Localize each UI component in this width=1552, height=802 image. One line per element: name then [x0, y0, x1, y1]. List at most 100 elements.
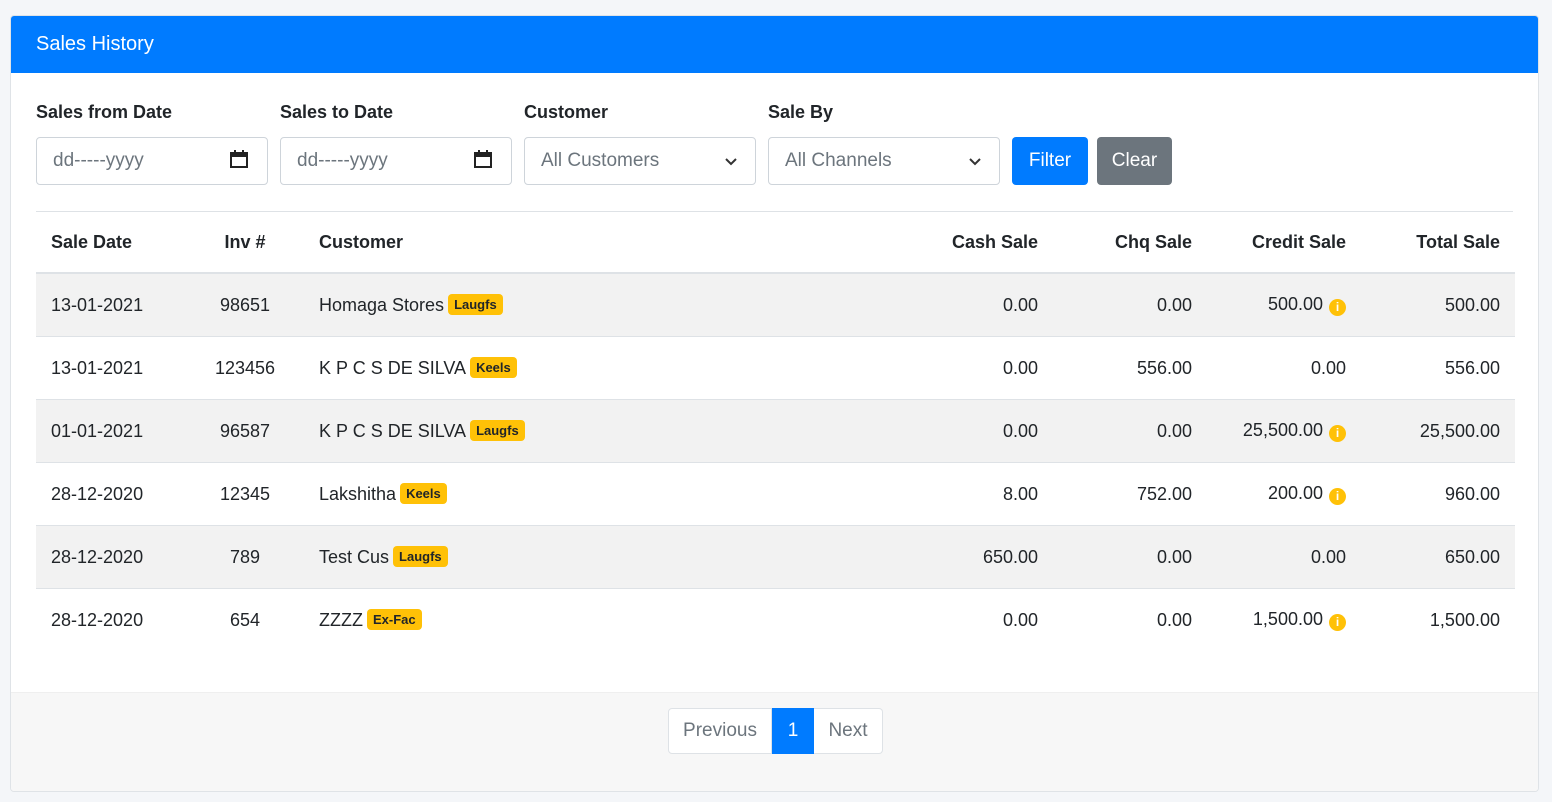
- from-date-group: Sales from Date dd-----yyyy: [36, 102, 268, 185]
- info-icon[interactable]: i: [1329, 488, 1346, 505]
- table-row[interactable]: 13-01-2021 123456 K P C S DE SILVA Keels 0.0…: [36, 336, 1515, 400]
- customer-cell: K P C S DE SILVA Laugfs: [304, 399, 899, 463]
- credit-sale-value: 25,500.00: [1242, 420, 1323, 440]
- total-sale-cell: 500.00: [1361, 272, 1515, 337]
- customer-cell: Homaga Stores Laugfs: [304, 272, 899, 337]
- channel-badge: Laugfs: [393, 546, 448, 567]
- calendar-icon[interactable]: [229, 149, 249, 174]
- to-date-label: Sales to Date: [280, 102, 394, 122]
- credit-sale-cell: 500.00 i: [1207, 272, 1361, 337]
- column-header-cash-sale[interactable]: Cash Sale: [899, 212, 1053, 274]
- filter-button[interactable]: Filter: [1012, 137, 1088, 185]
- channel-badge: Keels: [400, 483, 447, 504]
- info-icon[interactable]: i: [1329, 299, 1346, 316]
- column-header-chq-sale[interactable]: Chq Sale: [1053, 212, 1207, 274]
- cash-sale-cell: 0.00: [899, 336, 1053, 400]
- customer-cell: K P C S DE SILVA Keels: [304, 336, 899, 400]
- channel-badge: Laugfs: [448, 294, 503, 315]
- page-title: Sales History: [36, 33, 154, 55]
- sale-by-select[interactable]: All Channels: [768, 137, 1000, 185]
- sale-date-cell: 13-01-2021: [36, 336, 186, 400]
- customer-cell: Lakshitha Keels: [304, 462, 899, 526]
- credit-sale-value: 0.00: [1310, 357, 1346, 378]
- customer-name: K P C S DE SILVA: [319, 421, 467, 441]
- customer-select[interactable]: All Customers: [524, 137, 756, 185]
- customer-group: Customer All Customers: [524, 102, 756, 185]
- credit-sale-value: 500.00: [1267, 294, 1323, 314]
- table-header-row: Sale Date Inv # Customer Cash Sale Chq S…: [36, 212, 1515, 274]
- customer-name: Test Cus: [319, 547, 390, 567]
- to-date-placeholder: dd-----yyyy: [297, 150, 388, 171]
- chq-sale-cell: 0.00: [1053, 399, 1207, 463]
- credit-sale-cell: 0.00: [1207, 336, 1361, 400]
- channel-badge: Ex-Fac: [366, 609, 422, 630]
- sales-history-card: Sales History Sales from Date dd-----yyy…: [10, 15, 1539, 792]
- customer-name: Homaga Stores: [319, 295, 445, 315]
- invoice-number-cell: 98651: [186, 272, 304, 337]
- chq-sale-cell: 752.00: [1053, 462, 1207, 526]
- credit-sale-value: 200.00: [1267, 483, 1323, 503]
- column-header-total-sale[interactable]: Total Sale: [1361, 212, 1515, 274]
- pagination: Previous 1 Next: [668, 708, 883, 754]
- total-sale-cell: 1,500.00: [1361, 588, 1515, 651]
- total-sale-cell: 556.00: [1361, 336, 1515, 400]
- table-row[interactable]: 13-01-2021 98651 Homaga Stores Laugfs 0.00 0.…: [36, 272, 1515, 337]
- invoice-number-cell: 96587: [186, 399, 304, 463]
- total-sale-cell: 25,500.00: [1361, 399, 1515, 463]
- sale-date-cell: 13-01-2021: [36, 272, 186, 337]
- customer-name: K P C S DE SILVA: [319, 358, 467, 378]
- channel-badge: Laugfs: [470, 420, 525, 441]
- sale-date-cell: 28-12-2020: [36, 525, 186, 589]
- credit-sale-value: 1,500.00: [1252, 609, 1323, 629]
- filter-bar: Sales from Date dd-----yyyy Sales to Dat…: [36, 102, 1172, 185]
- credit-sale-cell: 1,500.00 i: [1207, 588, 1361, 651]
- column-header-sale-date[interactable]: Sale Date: [36, 212, 186, 274]
- calendar-icon[interactable]: [473, 149, 493, 174]
- customer-name: Lakshitha: [319, 484, 397, 504]
- from-date-input[interactable]: dd-----yyyy: [36, 137, 268, 185]
- sale-date-cell: 28-12-2020: [36, 588, 186, 651]
- cash-sale-cell: 8.00: [899, 462, 1053, 526]
- credit-sale-cell: 200.00 i: [1207, 462, 1361, 526]
- chevron-down-icon: [969, 150, 981, 172]
- table-row[interactable]: 01-01-2021 96587 K P C S DE SILVA Laugfs 0.0…: [36, 399, 1515, 463]
- column-header-credit-sale[interactable]: Credit Sale: [1207, 212, 1361, 274]
- card-header: Sales History: [11, 16, 1538, 73]
- table-row[interactable]: 28-12-2020 654 ZZZZ Ex-Fac 0.00 0.00 1,500.00 i…: [36, 588, 1515, 651]
- customer-cell: ZZZZ Ex-Fac: [304, 588, 899, 651]
- credit-sale-cell: 25,500.00 i: [1207, 399, 1361, 463]
- invoice-number-cell: 654: [186, 588, 304, 651]
- column-header-inv[interactable]: Inv #: [186, 212, 304, 274]
- total-sale-cell: 650.00: [1361, 525, 1515, 589]
- customer-select-value: All Customers: [541, 150, 660, 171]
- sales-table: Sale Date Inv # Customer Cash Sale Chq S…: [36, 212, 1515, 651]
- next-page-button[interactable]: Next: [814, 708, 883, 754]
- card-footer: Previous 1 Next: [11, 692, 1538, 791]
- sale-date-cell: 28-12-2020: [36, 462, 186, 526]
- table-row[interactable]: 28-12-2020 12345 Lakshitha Keels 8.00 752.00 2…: [36, 462, 1515, 526]
- total-sale-cell: 960.00: [1361, 462, 1515, 526]
- info-icon[interactable]: i: [1329, 425, 1346, 442]
- page-1-button[interactable]: 1: [772, 708, 814, 754]
- customer-cell: Test Cus Laugfs: [304, 525, 899, 589]
- customer-label: Customer: [524, 102, 609, 122]
- invoice-number-cell: 789: [186, 525, 304, 589]
- customer-name: ZZZZ: [319, 610, 363, 630]
- clear-button[interactable]: Clear: [1097, 137, 1172, 185]
- credit-sale-cell: 0.00: [1207, 525, 1361, 589]
- table-row[interactable]: 28-12-2020 789 Test Cus Laugfs 650.00 0.00 0.0…: [36, 525, 1515, 589]
- sale-by-group: Sale By All Channels: [768, 102, 1000, 185]
- chevron-down-icon: [725, 150, 737, 172]
- info-icon[interactable]: i: [1329, 614, 1346, 631]
- column-header-customer[interactable]: Customer: [304, 212, 899, 274]
- sale-date-cell: 01-01-2021: [36, 399, 186, 463]
- chq-sale-cell: 556.00: [1053, 336, 1207, 400]
- to-date-input[interactable]: dd-----yyyy: [280, 137, 512, 185]
- sale-by-label: Sale By: [768, 102, 834, 122]
- chq-sale-cell: 0.00: [1053, 272, 1207, 337]
- credit-sale-value: 0.00: [1310, 546, 1346, 567]
- invoice-number-cell: 123456: [186, 336, 304, 400]
- cash-sale-cell: 0.00: [899, 399, 1053, 463]
- channel-badge: Keels: [470, 357, 517, 378]
- previous-page-button[interactable]: Previous: [668, 708, 772, 754]
